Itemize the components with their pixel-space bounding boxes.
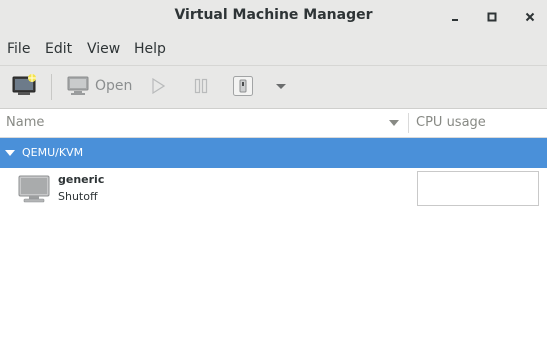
menu-file[interactable]: File bbox=[7, 41, 30, 57]
close-button[interactable] bbox=[521, 8, 539, 26]
close-icon bbox=[525, 12, 535, 22]
toolbar: Open bbox=[0, 66, 547, 109]
minimize-button[interactable] bbox=[446, 8, 464, 26]
maximize-icon bbox=[487, 12, 497, 22]
pause-icon bbox=[194, 78, 208, 94]
menu-edit[interactable]: Edit bbox=[45, 41, 72, 57]
new-vm-icon bbox=[12, 74, 36, 95]
run-button[interactable] bbox=[151, 78, 165, 94]
monitor-icon bbox=[67, 76, 89, 95]
sort-arrow-icon[interactable] bbox=[389, 120, 399, 126]
column-divider[interactable] bbox=[408, 113, 409, 133]
title-bar: Virtual Machine Manager bbox=[0, 0, 547, 34]
menu-view[interactable]: View bbox=[87, 41, 120, 57]
connection-row-qemu-kvm[interactable]: QEMU/KVM bbox=[0, 138, 547, 168]
virt-manager-window: Virtual Machine Manager File Edit View H… bbox=[0, 0, 547, 352]
monitor-icon bbox=[18, 175, 50, 203]
minimize-icon bbox=[452, 19, 458, 21]
vm-status: Shutoff bbox=[58, 190, 98, 203]
list-header: Name CPU usage bbox=[0, 109, 547, 138]
shutdown-menu-button[interactable] bbox=[275, 83, 287, 91]
maximize-button[interactable] bbox=[483, 8, 501, 26]
vm-name: generic bbox=[58, 173, 105, 186]
open-button[interactable]: Open bbox=[67, 76, 132, 96]
vm-row[interactable]: generic Shutoff bbox=[0, 168, 547, 210]
column-header-cpu-usage[interactable]: CPU usage bbox=[416, 115, 486, 130]
play-icon bbox=[152, 78, 165, 94]
window-title: Virtual Machine Manager bbox=[174, 7, 373, 23]
power-icon bbox=[233, 76, 253, 96]
shutdown-button[interactable] bbox=[232, 75, 254, 97]
new-vm-button[interactable] bbox=[12, 73, 38, 97]
cpu-usage-graph bbox=[417, 171, 539, 206]
chevron-down-icon bbox=[276, 84, 286, 89]
column-header-name[interactable]: Name bbox=[6, 115, 44, 130]
pause-button[interactable] bbox=[194, 78, 208, 94]
connection-label: QEMU/KVM bbox=[22, 146, 84, 159]
toolbar-separator bbox=[51, 74, 52, 100]
open-button-label: Open bbox=[95, 78, 133, 94]
menu-help[interactable]: Help bbox=[134, 41, 166, 57]
vm-icon bbox=[18, 175, 50, 207]
menu-bar: File Edit View Help bbox=[0, 34, 547, 66]
expander-arrow-icon[interactable] bbox=[5, 150, 15, 156]
